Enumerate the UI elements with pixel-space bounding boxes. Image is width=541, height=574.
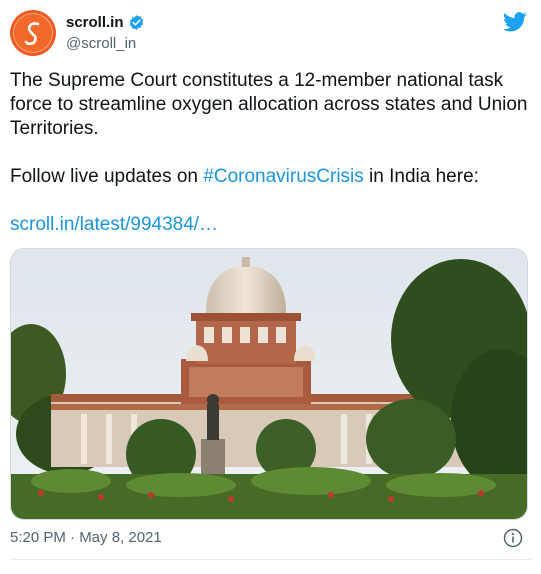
handle[interactable]: @scroll_in: [66, 35, 136, 52]
display-name[interactable]: scroll.in: [66, 14, 124, 31]
article-link[interactable]: scroll.in/latest/994384/…: [10, 214, 218, 235]
link-paragraph: scroll.in/latest/994384/…: [10, 213, 530, 237]
tweet-media-photo[interactable]: [10, 248, 528, 520]
scroll-logo-icon: [24, 22, 40, 46]
tweet-text-suffix: in India here:: [363, 166, 479, 187]
tweet-text: The Supreme Court constitutes a 12-membe…: [10, 69, 530, 237]
verified-badge-icon: [128, 14, 145, 31]
avatar[interactable]: [10, 10, 56, 56]
supreme-court-photo: [11, 249, 527, 519]
tweet-text-prefix: Follow live updates on: [10, 166, 204, 187]
footer-divider: [10, 559, 531, 560]
twitter-bird-icon[interactable]: [503, 12, 527, 32]
avatar-logo: [13, 13, 53, 53]
hashtag-link[interactable]: #CoronavirusCrisis: [203, 166, 364, 187]
tweet-text-paragraph-2: Follow live updates on #CoronavirusCrisi…: [10, 165, 530, 189]
tweet-timestamp[interactable]: 5:20 PM · May 8, 2021: [10, 529, 162, 546]
name-row: scroll.in: [66, 14, 145, 31]
info-icon[interactable]: [503, 528, 523, 548]
tweet-card: scroll.in @scroll_in The Supreme Court c…: [0, 0, 541, 574]
tweet-text-paragraph-1: The Supreme Court constitutes a 12-membe…: [10, 70, 528, 139]
